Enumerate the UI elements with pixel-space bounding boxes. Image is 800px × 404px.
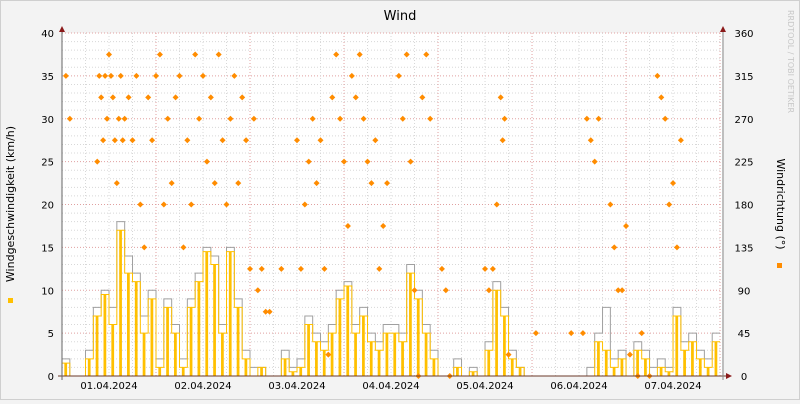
speed-bar bbox=[299, 367, 303, 376]
x-tick-label: 05.04.2024 bbox=[456, 381, 513, 392]
y-tick-label: 35 bbox=[41, 72, 54, 83]
speed-bar bbox=[181, 367, 185, 376]
y2-tick-label: 135 bbox=[734, 243, 753, 254]
speed-bar bbox=[166, 307, 169, 376]
x-tick-label: 04.04.2024 bbox=[362, 381, 419, 392]
speed-bar bbox=[471, 371, 475, 376]
y-tick-label: 10 bbox=[41, 286, 54, 297]
x-tick-label: 01.04.2024 bbox=[80, 381, 137, 392]
speed-bar bbox=[338, 298, 342, 376]
speed-bar bbox=[205, 251, 209, 376]
speed-bar bbox=[346, 285, 350, 376]
speed-bar bbox=[315, 341, 318, 376]
speed-bar bbox=[503, 315, 506, 376]
y2-tick-label: 360 bbox=[734, 29, 753, 40]
speed-bar bbox=[87, 358, 91, 376]
speed-bar bbox=[291, 371, 295, 376]
speed-bar bbox=[119, 230, 122, 376]
speed-bar bbox=[416, 298, 420, 376]
y2-axis-label: Windrichtung (°) bbox=[774, 158, 787, 249]
speed-bar bbox=[636, 350, 639, 376]
speed-bar bbox=[510, 358, 514, 376]
speed-bar bbox=[424, 333, 428, 376]
speed-bar bbox=[228, 251, 232, 376]
legend-speed-swatch bbox=[8, 298, 13, 303]
speed-bar bbox=[620, 358, 624, 376]
speed-bar bbox=[675, 315, 679, 376]
y2-tick-label: 90 bbox=[738, 286, 751, 297]
speed-bar bbox=[95, 315, 99, 376]
y-tick-label: 30 bbox=[41, 115, 54, 126]
speed-bar bbox=[134, 281, 138, 376]
speed-bar bbox=[456, 367, 459, 376]
x-tick-label: 07.04.2024 bbox=[644, 381, 701, 392]
speed-bar bbox=[103, 294, 107, 376]
speed-bar bbox=[714, 341, 718, 376]
speed-bar bbox=[683, 350, 686, 376]
speed-bar bbox=[385, 333, 389, 376]
speed-bar bbox=[189, 307, 193, 376]
speed-bar bbox=[150, 298, 154, 376]
speed-bar bbox=[236, 307, 240, 376]
y-tick-label: 25 bbox=[41, 158, 54, 169]
speed-bar bbox=[142, 333, 146, 376]
x-tick-label: 06.04.2024 bbox=[550, 381, 607, 392]
speed-bar bbox=[644, 358, 647, 376]
speed-bar bbox=[197, 281, 201, 376]
y-tick-label: 40 bbox=[41, 29, 54, 40]
x-tick-label: 03.04.2024 bbox=[268, 381, 325, 392]
y2-tick-label: 315 bbox=[734, 72, 753, 83]
speed-bar bbox=[111, 324, 115, 376]
speed-bar bbox=[158, 367, 162, 376]
y2-tick-label: 225 bbox=[734, 158, 753, 169]
speed-bar bbox=[213, 264, 216, 376]
speed-bar bbox=[64, 363, 68, 376]
y-tick-label: 0 bbox=[48, 372, 54, 383]
speed-bar bbox=[495, 290, 498, 376]
speed-bar bbox=[362, 315, 365, 376]
speed-bar bbox=[667, 371, 671, 376]
y-tick-label: 20 bbox=[41, 201, 54, 212]
y-tick-label: 15 bbox=[41, 243, 54, 254]
y2-tick-label: 180 bbox=[734, 201, 753, 212]
y2-tick-label: 270 bbox=[734, 115, 753, 126]
speed-bar bbox=[659, 367, 663, 376]
speed-bar bbox=[597, 341, 600, 376]
speed-bar bbox=[604, 350, 608, 376]
speed-bar bbox=[377, 350, 381, 376]
speed-bar bbox=[127, 273, 130, 376]
x-tick-label: 02.04.2024 bbox=[174, 381, 231, 392]
speed-bar bbox=[612, 367, 616, 376]
legend-direction-swatch bbox=[777, 263, 782, 268]
speed-bar bbox=[283, 358, 287, 376]
speed-bar bbox=[260, 367, 263, 376]
speed-bar bbox=[432, 358, 436, 376]
speed-bar bbox=[393, 333, 397, 376]
speed-bar bbox=[401, 341, 404, 376]
speed-bar bbox=[698, 358, 702, 376]
speed-bar bbox=[518, 367, 522, 376]
y2-tick-label: 0 bbox=[741, 372, 747, 383]
speed-bar bbox=[221, 333, 224, 376]
speed-bar bbox=[244, 358, 248, 376]
y-tick-label: 5 bbox=[48, 329, 54, 340]
y-axis-label: Windgeschwindigkeit (km/h) bbox=[4, 126, 17, 282]
speed-bar bbox=[691, 341, 694, 376]
speed-bar bbox=[354, 333, 357, 376]
wind-chart: 0 5 10 15 20 25 30 35 40 0 45 90 135 180 225 270 315 360 0… bbox=[0, 0, 800, 400]
speed-bar bbox=[369, 341, 373, 376]
watermark: RRDTOOL / TOBI OETIKER bbox=[786, 10, 795, 113]
speed-bar bbox=[322, 350, 326, 376]
speed-bar bbox=[706, 367, 710, 376]
speed-bar bbox=[307, 324, 310, 376]
speed-bar bbox=[174, 333, 177, 376]
speed-bar bbox=[409, 273, 412, 376]
speed-bar bbox=[487, 350, 491, 376]
y2-tick-label: 45 bbox=[738, 329, 751, 340]
chart-title: Wind bbox=[384, 9, 417, 24]
